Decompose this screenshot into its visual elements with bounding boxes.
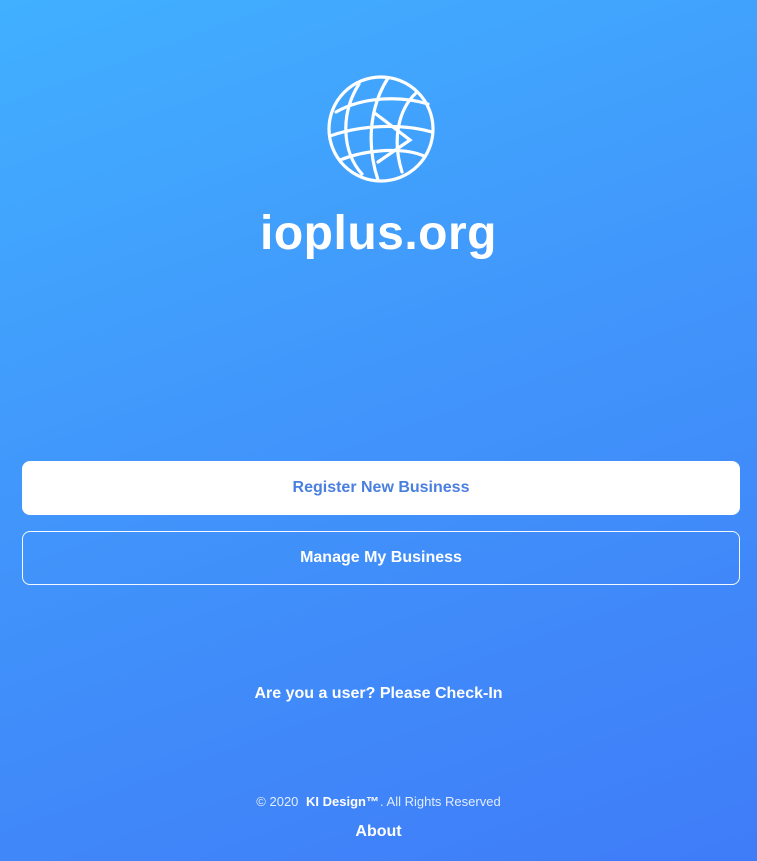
globe-icon (326, 74, 436, 184)
rights-text: . All Rights Reserved (380, 794, 501, 809)
copyright-year: © 2020 (256, 794, 299, 809)
register-new-business-label: Register New Business (292, 479, 470, 496)
about-link[interactable]: About (0, 821, 757, 843)
company-name: KI Design™ (306, 794, 380, 809)
manage-my-business-button[interactable]: Manage My Business (22, 531, 740, 585)
landing-page: ioplus.org Register New Business Manage … (0, 0, 757, 861)
footer-copyright: © 2020 KI Design™. All Rights Reserved (0, 792, 757, 812)
site-title: ioplus.org (260, 207, 497, 260)
user-checkin-link[interactable]: Are you a user? Please Check-In (0, 682, 757, 706)
register-new-business-button[interactable]: Register New Business (22, 461, 740, 515)
manage-my-business-label: Manage My Business (300, 549, 462, 566)
